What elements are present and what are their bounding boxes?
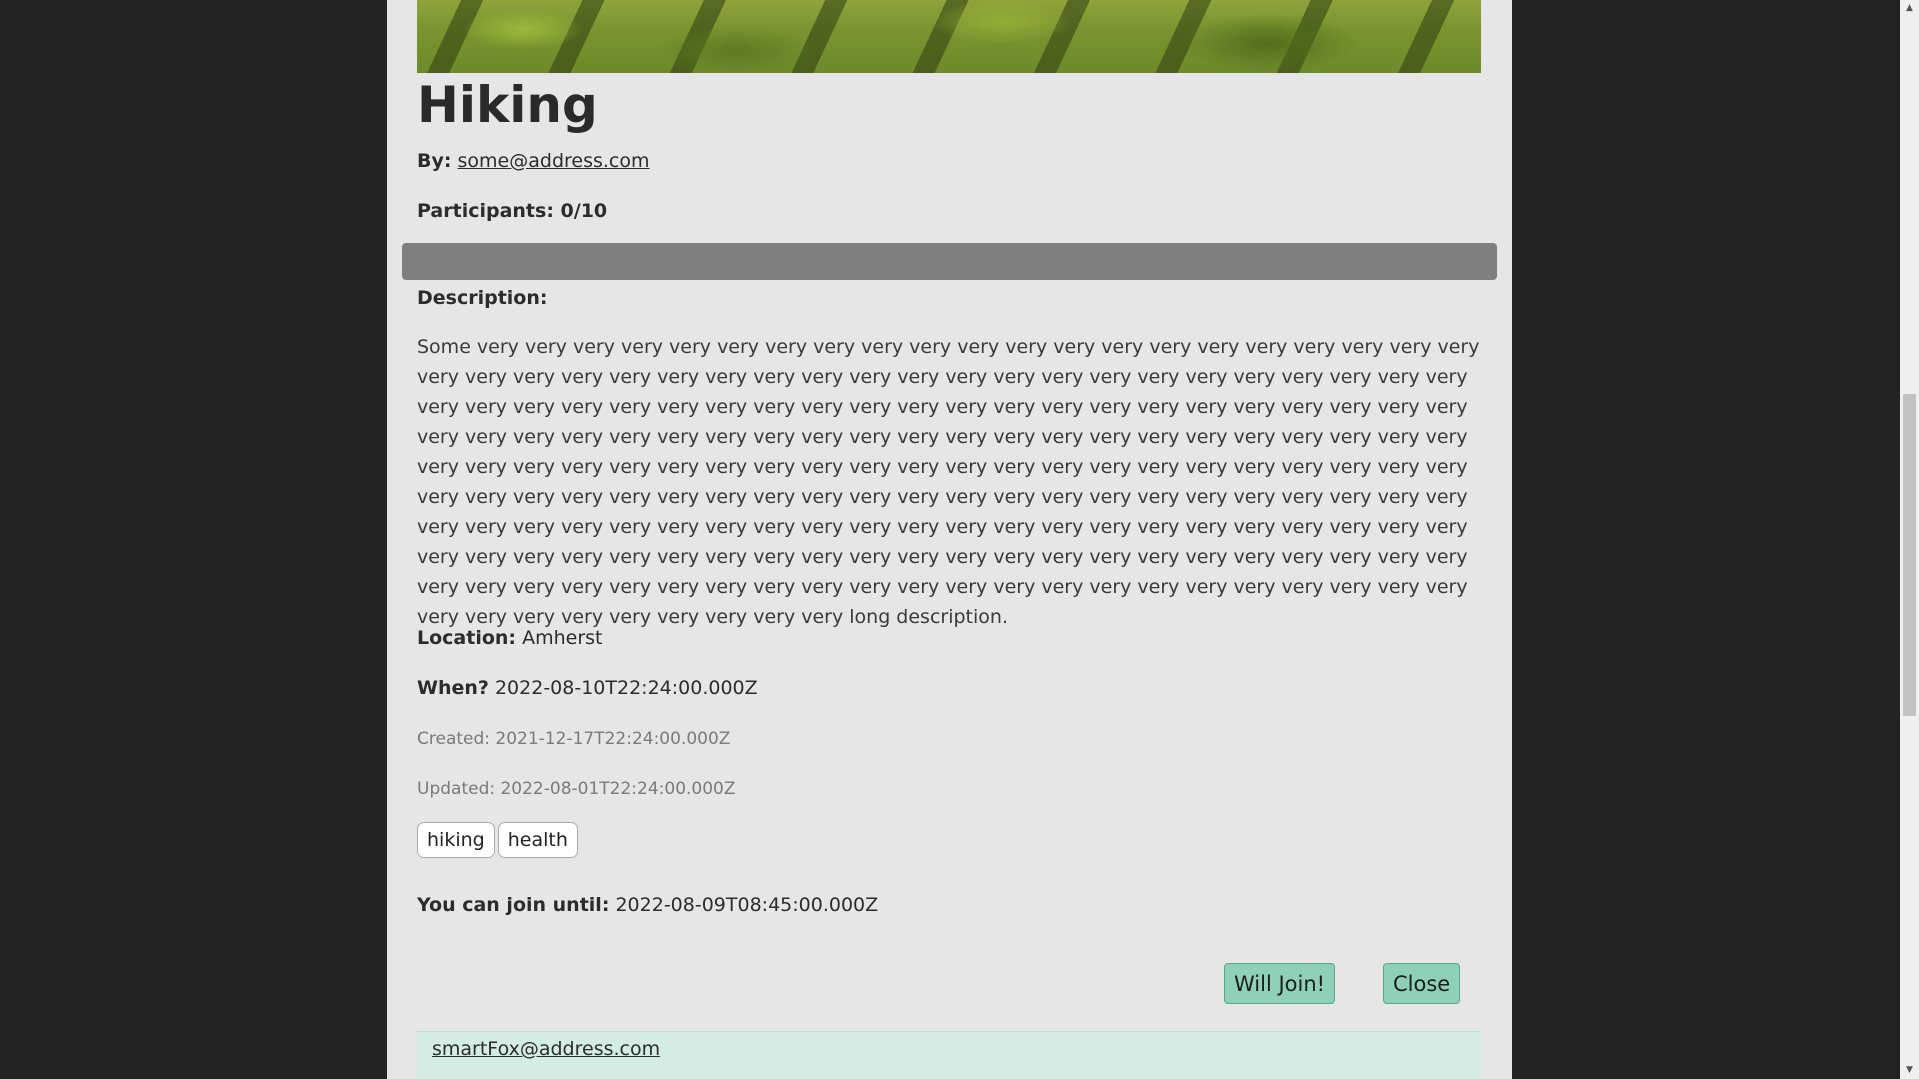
participant-email-link[interactable]: smartFox@address.com — [432, 1038, 660, 1060]
organizer-line: By: some@address.com — [417, 148, 650, 174]
tag-chip[interactable]: hiking — [417, 822, 495, 858]
event-photo — [417, 0, 1481, 73]
description-heading: Description: — [417, 285, 548, 311]
participants-count: Participants: 0/10 — [417, 200, 608, 222]
event-description: Some very very very very very very very … — [417, 336, 1480, 628]
location-value: Amherst — [522, 627, 603, 649]
participants-progress-bar — [402, 243, 1497, 280]
scroll-down-arrow-icon[interactable]: ▼ — [1900, 1062, 1919, 1079]
join-deadline-line: You can join until: 2022-08-09T08:45:00.… — [417, 892, 878, 918]
organizer-email-link[interactable]: some@address.com — [458, 150, 650, 172]
description-label: Description: — [417, 287, 548, 309]
scrollbar-thumb[interactable] — [1903, 394, 1916, 716]
will-join-button[interactable]: Will Join! — [1224, 963, 1336, 1004]
updated-timestamp: Updated: 2022-08-01T22:24:00.000Z — [417, 779, 736, 799]
participant-list-item: smartFox@address.com — [417, 1031, 1481, 1079]
tag-chip[interactable]: health — [497, 822, 578, 858]
join-until-label: You can join until: — [417, 894, 610, 916]
scroll-up-arrow-icon[interactable]: ▲ — [1900, 0, 1919, 17]
tag-list: hiking health — [417, 822, 578, 858]
join-until-value: 2022-08-09T08:45:00.000Z — [615, 894, 879, 916]
page: Hiking By: some@address.com Participants… — [0, 0, 1919, 1079]
organizer-label: By: — [417, 150, 452, 172]
when-value: 2022-08-10T22:24:00.000Z — [494, 677, 758, 699]
when-label: When? — [417, 677, 489, 699]
event-title: Hiking — [417, 76, 598, 134]
created-timestamp: Created: 2021-12-17T22:24:00.000Z — [417, 729, 731, 749]
when-line: When? 2022-08-10T22:24:00.000Z — [417, 675, 758, 701]
location-label: Location: — [417, 627, 517, 649]
close-button[interactable]: Close — [1383, 963, 1461, 1004]
location-line: Location: Amherst — [417, 625, 602, 651]
event-detail-modal: Hiking By: some@address.com Participants… — [387, 0, 1512, 1079]
participants-line: Participants: 0/10 — [417, 198, 607, 224]
page-scrollbar[interactable]: ▲ ▼ — [1900, 0, 1919, 1079]
